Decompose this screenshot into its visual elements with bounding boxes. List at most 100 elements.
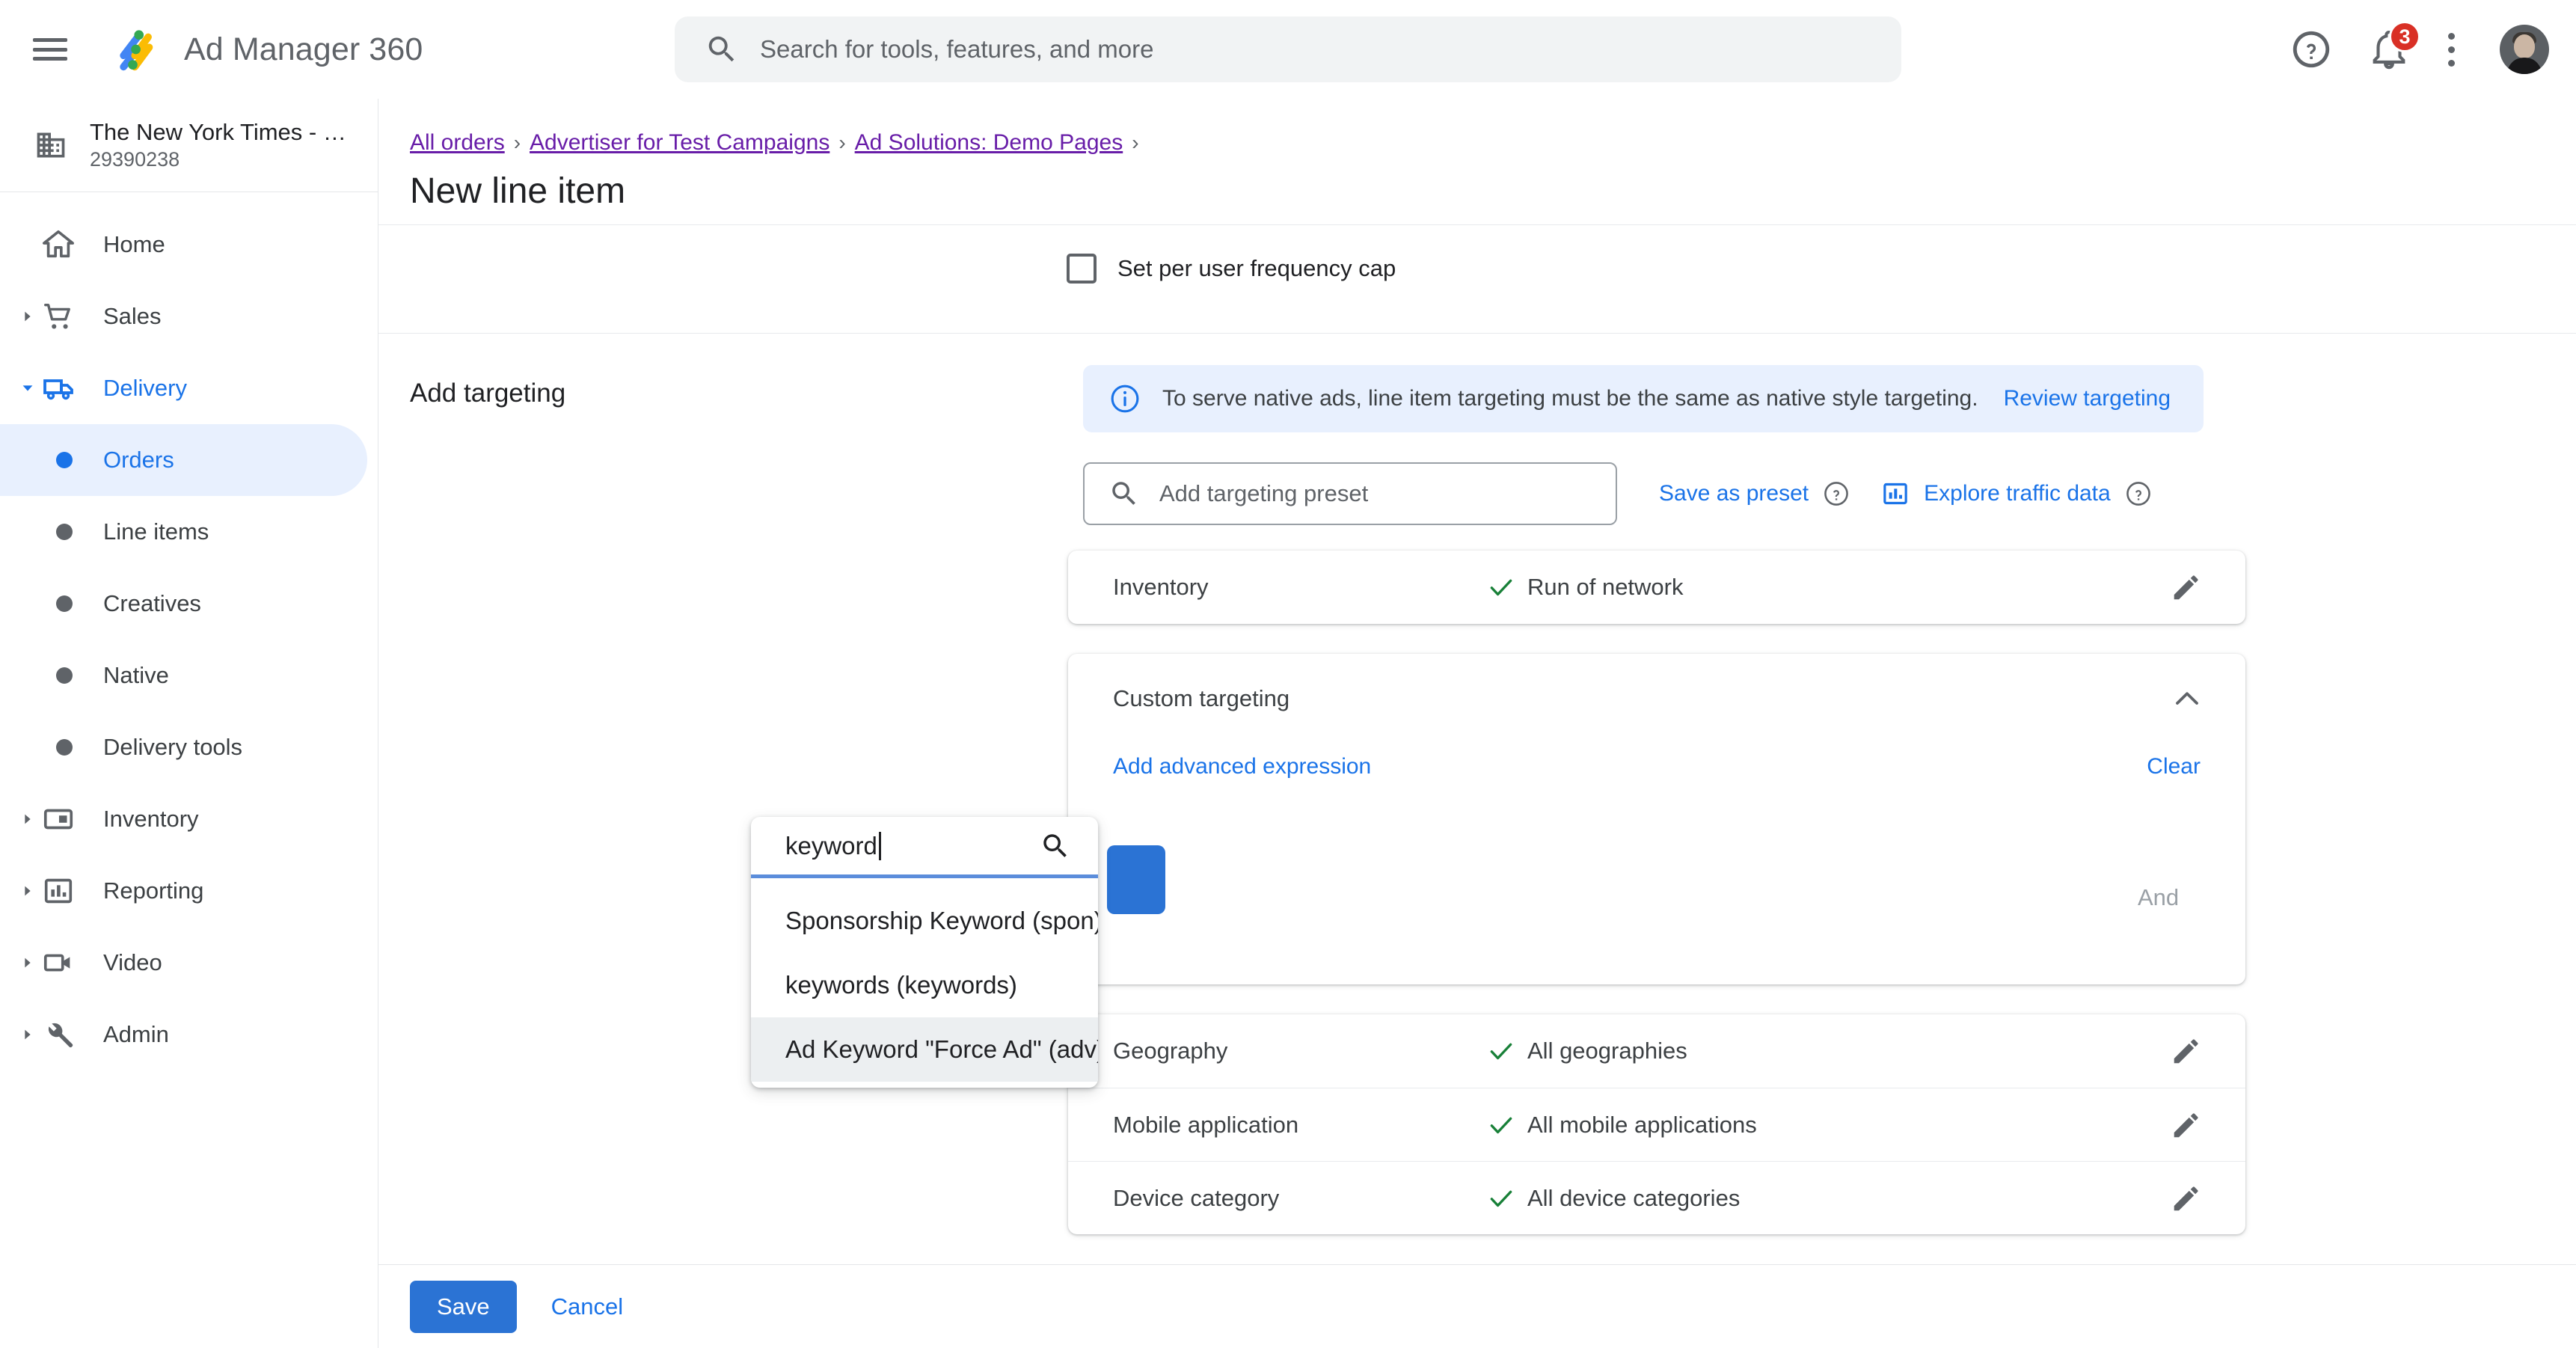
breadcrumb-separator: › — [513, 131, 521, 154]
row-name: Geography — [1113, 1038, 1228, 1064]
table-row[interactable]: Mobile application All mobile applicatio… — [1068, 1088, 2245, 1161]
sidebar-item-label: Admin — [103, 1021, 169, 1047]
list-item[interactable]: Ad Keyword "Force Ad" (adv) — [751, 1017, 1098, 1082]
chevron-up-icon[interactable] — [2169, 681, 2205, 717]
sidebar-item-reporting[interactable]: Reporting — [0, 855, 367, 927]
chevron-right-icon — [19, 811, 36, 827]
green-check-icon — [1490, 579, 1512, 596]
pencil-edit-icon[interactable] — [2169, 1181, 2204, 1216]
bar-chart-icon[interactable] — [1880, 479, 1910, 509]
row-value: Run of network — [1527, 574, 1684, 600]
key-search-input[interactable]: keyword — [751, 817, 1098, 878]
sidebar-item-admin[interactable]: Admin — [0, 999, 367, 1070]
sidebar-item-line-items[interactable]: Line items — [0, 496, 367, 568]
list-item[interactable]: keywords (keywords) — [751, 953, 1098, 1017]
hamburger-menu-icon[interactable] — [33, 35, 67, 64]
pencil-edit-icon[interactable] — [2169, 1108, 2204, 1142]
avatar[interactable] — [2500, 25, 2549, 74]
kebab-menu-icon[interactable] — [2444, 32, 2458, 67]
row-name: Mobile application — [1113, 1111, 1299, 1138]
row-value: All mobile applications — [1527, 1111, 1757, 1138]
sidebar-item-label: Orders — [103, 447, 174, 473]
save-as-preset-link[interactable]: Save as preset — [1659, 481, 1809, 506]
sidebar-item-delivery-tools[interactable]: Delivery tools — [0, 711, 367, 783]
breadcrumb-separator: › — [838, 131, 846, 154]
key-search-value: keyword — [785, 831, 877, 860]
native-targeting-banner: To serve native ads, line item targeting… — [1083, 365, 2204, 432]
sidebar-item-label: Reporting — [103, 877, 204, 904]
help-circle-icon[interactable] — [1822, 480, 1850, 508]
explore-traffic-data-link[interactable]: Explore traffic data — [1924, 481, 2111, 506]
home-icon — [40, 227, 76, 263]
dot-icon — [46, 442, 82, 478]
search-icon[interactable] — [1040, 830, 1071, 862]
dot-icon — [46, 658, 82, 693]
green-check-icon — [1490, 1117, 1512, 1133]
sidebar-item-home[interactable]: Home — [0, 209, 367, 281]
cancel-button[interactable]: Cancel — [551, 1293, 624, 1320]
targeting-tools: Save as preset Explore traffic data — [1659, 479, 2153, 509]
and-operator-placeholder: And — [2138, 884, 2180, 910]
search-icon — [708, 36, 735, 62]
targeting-preset-input[interactable]: Add targeting preset — [1083, 462, 1617, 525]
help-circle-icon[interactable] — [2124, 480, 2153, 508]
table-row[interactable]: Device category All device categories — [1068, 1161, 2245, 1234]
network-name: The New York Times - Pr... — [90, 119, 359, 145]
targeting-preset-placeholder: Add targeting preset — [1159, 480, 1369, 506]
sidebar-item-label: Creatives — [103, 590, 201, 616]
help-button[interactable] — [2289, 27, 2334, 72]
shopping-cart-icon — [40, 298, 76, 334]
ad-manager-logo — [120, 30, 153, 71]
chevron-down-icon — [19, 380, 36, 396]
sidebar-item-native[interactable]: Native — [0, 640, 367, 711]
sidebar-item-delivery[interactable]: Delivery — [0, 352, 367, 424]
sidebar-item-video[interactable]: Video — [0, 927, 367, 999]
row-name: Inventory — [1113, 574, 1209, 600]
sidebar-item-label: Line items — [103, 518, 209, 545]
form-footer: Save Cancel — [378, 1264, 2576, 1348]
sidebar-item-sales[interactable]: Sales — [0, 281, 367, 352]
sidebar-item-label: Delivery — [103, 375, 187, 401]
sidebar-item-label: Home — [103, 231, 165, 257]
building-icon — [37, 132, 65, 158]
table-row[interactable]: Geography All geographies — [1068, 1014, 2245, 1088]
custom-targeting-links: Add advanced expression Clear — [1068, 744, 2245, 812]
notifications-button[interactable]: 3 — [2367, 21, 2420, 72]
brand[interactable]: Ad Manager 360 — [112, 25, 423, 74]
top-app-bar: Ad Manager 360 Search for tools, feature… — [0, 0, 2576, 99]
chevron-right-icon — [19, 1026, 36, 1043]
table-row[interactable]: Inventory Run of network — [1068, 551, 2245, 624]
custom-targeting-header[interactable]: Custom targeting — [1068, 654, 2245, 744]
pencil-edit-icon[interactable] — [2169, 1034, 2204, 1068]
add-advanced-expression-link[interactable]: Add advanced expression — [1113, 754, 1371, 779]
frequency-cap-row[interactable]: Set per user frequency cap — [1067, 254, 1396, 284]
sidebar-item-inventory[interactable]: Inventory — [0, 783, 367, 855]
custom-targeting-card: Custom targeting Add advanced expression… — [1068, 654, 2245, 984]
frequency-cap-section: Set per user frequency cap — [378, 224, 2576, 334]
review-targeting-link[interactable]: Review targeting — [2004, 386, 2171, 411]
page-root: Ad Manager 360 Search for tools, feature… — [0, 0, 2576, 1348]
breadcrumb-all-orders[interactable]: All orders — [410, 130, 505, 156]
truck-icon — [40, 370, 76, 406]
sidebar-item-creatives[interactable]: Creatives — [0, 568, 367, 640]
breadcrumb-separator: › — [1132, 131, 1139, 154]
sidebar-item-label: Inventory — [103, 806, 199, 832]
sidebar-item-orders[interactable]: Orders — [0, 424, 367, 496]
clear-link[interactable]: Clear — [2147, 754, 2201, 779]
add-key-value-button[interactable] — [1107, 845, 1165, 914]
frequency-cap-checkbox[interactable] — [1067, 254, 1097, 284]
sidebar: The New York Times - Pr... 29390238 Home — [0, 99, 378, 1348]
key-search-dropdown: keyword Sponsorship Keyword (spon) keywo… — [751, 817, 1098, 1088]
network-id: 29390238 — [90, 148, 180, 171]
pencil-edit-icon[interactable] — [2169, 570, 2204, 604]
network-selector[interactable]: The New York Times - Pr... 29390238 — [0, 99, 378, 192]
green-check-icon — [1490, 1043, 1512, 1060]
sidebar-item-label: Sales — [103, 303, 162, 329]
breadcrumb-order[interactable]: Ad Solutions: Demo Pages — [855, 130, 1123, 156]
global-search-input[interactable]: Search for tools, features, and more — [675, 16, 1901, 82]
save-button[interactable]: Save — [410, 1280, 517, 1333]
info-circle-icon — [1111, 385, 1139, 413]
row-name: Device category — [1113, 1184, 1280, 1211]
list-item[interactable]: Sponsorship Keyword (spon) — [751, 889, 1098, 953]
breadcrumb-advertiser[interactable]: Advertiser for Test Campaigns — [530, 130, 829, 156]
